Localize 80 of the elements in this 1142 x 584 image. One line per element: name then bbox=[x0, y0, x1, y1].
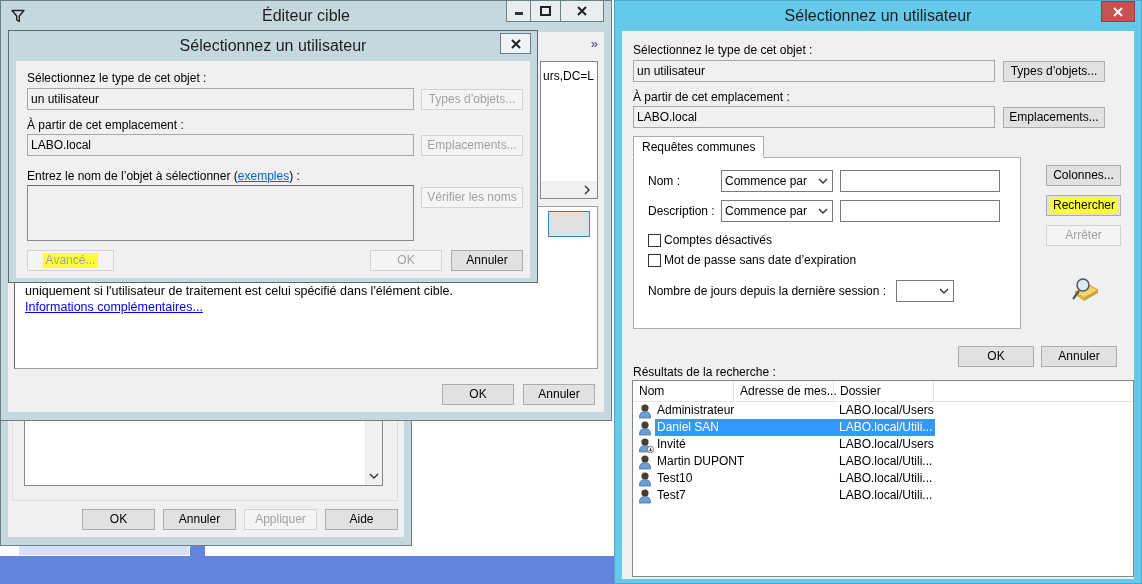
field-label: À partir de cet emplacement : bbox=[27, 118, 185, 133]
maximize-button[interactable] bbox=[531, 1, 561, 22]
cancel-button[interactable]: Annuler bbox=[1041, 346, 1117, 367]
examples-link[interactable]: exemples bbox=[237, 169, 290, 183]
close-icon bbox=[1113, 6, 1123, 17]
table-cell-text: Invité bbox=[656, 437, 687, 452]
list-row[interactable]: Test7 LABO.local/Utili... bbox=[655, 487, 935, 504]
scrollbar[interactable] bbox=[541, 181, 597, 198]
taskbar-button[interactable] bbox=[18, 545, 190, 556]
description-text: uniquement si l'utilisateur de traitement est celui spécifié dans l'élément cible. Informations complémentaires... bbox=[25, 283, 454, 315]
tab[interactable]: Requêtes communes bbox=[633, 136, 765, 158]
table-cell-text: Test7 bbox=[656, 488, 687, 503]
close-button[interactable] bbox=[561, 1, 604, 22]
column-header[interactable]: Nom bbox=[633, 381, 734, 401]
maximize-icon bbox=[540, 6, 551, 16]
ok-button[interactable]: OK bbox=[82, 509, 155, 530]
table-cell-text: LABO.local/Utili... bbox=[838, 471, 933, 486]
field-label: Nombre de jours depuis la dernière session : bbox=[648, 283, 887, 299]
ok-button[interactable]: OK bbox=[442, 384, 514, 405]
checkbox[interactable] bbox=[648, 233, 661, 247]
text-field[interactable] bbox=[840, 170, 1000, 192]
field-label: Sélectionnez le type de cet objet : bbox=[633, 43, 814, 58]
object-type-field[interactable]: un utilisateur bbox=[633, 60, 995, 82]
cancel-button[interactable]: Annuler bbox=[451, 250, 523, 271]
filter-icon bbox=[11, 9, 25, 23]
locations-button[interactable]: Emplacements... bbox=[1003, 106, 1105, 128]
dropdown[interactable]: Commence par bbox=[721, 170, 833, 192]
more-glyph[interactable]: » bbox=[590, 36, 598, 52]
list-row[interactable]: Administrateur LABO.local/Users bbox=[655, 402, 935, 419]
table-cell-text: LABO.local/Utili... bbox=[838, 488, 933, 503]
scrollbar[interactable] bbox=[365, 421, 382, 485]
table-cell-text: Daniel SAN bbox=[656, 420, 721, 435]
field-label: Entrez le nom de l’objet à sélectionner (exemples) : bbox=[27, 169, 301, 184]
location-field[interactable]: LABO.local bbox=[27, 134, 414, 156]
table-cell-text: Test10 bbox=[656, 471, 694, 486]
cancel-button[interactable]: Annuler bbox=[163, 509, 236, 530]
minimize-button[interactable] bbox=[506, 1, 531, 22]
close-button[interactable] bbox=[500, 33, 531, 54]
help-button[interactable]: Aide bbox=[325, 509, 398, 530]
text-area[interactable] bbox=[24, 421, 383, 486]
table-cell-text: LABO.local/Utili... bbox=[838, 420, 933, 435]
close-button[interactable] bbox=[1101, 1, 1135, 22]
window-title: Éditeur cible bbox=[261, 6, 350, 26]
field-label: Description : bbox=[648, 203, 716, 219]
list-box[interactable]: urs,DC=L bbox=[540, 61, 598, 199]
object-name-field[interactable] bbox=[27, 185, 414, 241]
list-row[interactable]: Martin DUPONT LABO.local/Utili... bbox=[655, 453, 935, 470]
location-field[interactable]: LABO.local bbox=[633, 106, 995, 128]
button[interactable] bbox=[548, 211, 590, 237]
checkbox-label: Mot de passe sans date d’expiration bbox=[664, 252, 857, 268]
table-cell-text: Martin DUPONT bbox=[656, 454, 746, 469]
magnifier-icon bbox=[1071, 278, 1098, 301]
ok-button[interactable]: OK bbox=[958, 346, 1034, 367]
columns-button[interactable]: Colonnes... bbox=[1046, 165, 1121, 186]
table-cell-text: LABO.local/Users bbox=[838, 403, 934, 418]
field-label: À partir de cet emplacement : bbox=[633, 90, 791, 105]
table-cell-text: LABO.local/Utili... bbox=[838, 454, 933, 469]
close-icon bbox=[577, 6, 587, 16]
dialog-title: Sélectionnez un utilisateur bbox=[784, 6, 972, 26]
info-link[interactable]: Informations complémentaires... bbox=[25, 300, 203, 314]
results-label: Résultats de la recherche : bbox=[633, 365, 777, 379]
list-row[interactable]: Test10 LABO.local/Utili... bbox=[655, 470, 935, 487]
checkbox[interactable] bbox=[648, 253, 661, 267]
table-cell-text: Administrateur bbox=[656, 403, 736, 418]
dialog-title: Sélectionnez un utilisateur bbox=[179, 36, 367, 56]
column-header[interactable]: Adresse de mes... bbox=[734, 381, 834, 401]
object-types-button[interactable]: Types d’objets... bbox=[1003, 60, 1105, 82]
field-label: Sélectionnez le type de cet objet : bbox=[27, 71, 208, 86]
text-field[interactable] bbox=[840, 200, 1000, 222]
object-type-field[interactable]: un utilisateur bbox=[27, 88, 414, 110]
checkbox-label: Comptes désactivés bbox=[664, 232, 773, 248]
search-button[interactable]: Rechercher bbox=[1046, 195, 1121, 216]
dropdown[interactable]: Commence par bbox=[721, 200, 833, 222]
table-cell-text: LABO.local/Users bbox=[838, 437, 934, 452]
cancel-button[interactable]: Annuler bbox=[523, 384, 595, 405]
field-label: Nom : bbox=[648, 173, 681, 189]
results-list[interactable] bbox=[632, 380, 1134, 577]
dropdown[interactable] bbox=[896, 280, 955, 302]
list-item[interactable]: urs,DC=L bbox=[541, 62, 597, 84]
close-icon bbox=[510, 38, 521, 49]
